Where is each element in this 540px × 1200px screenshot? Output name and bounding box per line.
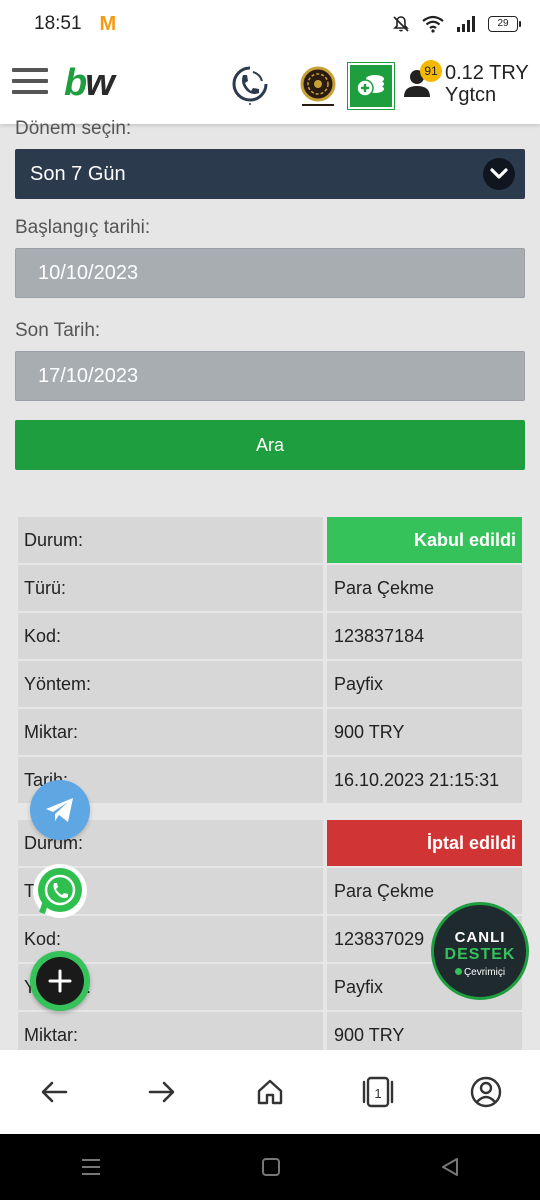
whatsapp-icon xyxy=(38,868,82,914)
table-row: Türü:Para Çekme xyxy=(18,565,522,611)
end-date-field[interactable]: 17/10/2023 xyxy=(15,351,525,401)
plus-icon xyxy=(48,969,72,993)
status-bar: 18:51 M 29 xyxy=(0,0,540,48)
whatsapp-button[interactable] xyxy=(33,864,87,918)
home-button[interactable] xyxy=(240,1062,300,1122)
table-row: Durum: Kabul edildi xyxy=(18,517,522,563)
end-date-label: Son Tarih: xyxy=(15,320,101,341)
table-row: Türü:Para Çekme xyxy=(18,868,522,914)
support-line2: DESTEK xyxy=(444,946,516,963)
account-icon xyxy=(470,1076,502,1108)
system-nav-bar xyxy=(0,1134,540,1200)
recent-apps-icon[interactable] xyxy=(80,1158,102,1176)
table-row: Miktar: 900 TRY xyxy=(18,709,522,755)
system-back-icon[interactable] xyxy=(440,1157,460,1177)
wifi-icon xyxy=(422,15,444,33)
method-label: Yöntem: xyxy=(18,661,323,707)
table-row: Kod: 123837184 xyxy=(18,613,522,659)
account-button[interactable] xyxy=(456,1062,516,1122)
battery-icon: 29 xyxy=(488,16,521,32)
app-notification-icon: M xyxy=(99,12,117,35)
telegram-icon xyxy=(46,798,73,822)
forward-button[interactable] xyxy=(132,1062,192,1122)
online-dot-icon xyxy=(454,968,462,975)
clock: 18:51 xyxy=(34,13,82,34)
browser-nav-bar: 1 xyxy=(0,1050,540,1134)
amount-value: 900 TRY xyxy=(327,709,522,755)
back-arrow-icon xyxy=(41,1081,68,1103)
brand-logo[interactable]: bw xyxy=(64,62,115,105)
table-row: Durum: İptal edildi xyxy=(18,820,522,866)
coins-icon[interactable] xyxy=(348,63,394,109)
telegram-button[interactable] xyxy=(30,780,90,840)
code-value: 123837184 xyxy=(327,613,522,659)
balance: 0.12 TRY xyxy=(445,62,529,84)
status-badge: Kabul edildi xyxy=(327,517,522,563)
date-value: 16.10.2023 21:15:31 xyxy=(327,757,522,803)
table-row: Yöntem:Payfix xyxy=(18,661,522,707)
system-home-icon[interactable] xyxy=(261,1157,281,1177)
menu-icon[interactable] xyxy=(12,68,48,98)
tab-count: 1 xyxy=(374,1086,381,1101)
username: Ygtcn xyxy=(445,84,497,106)
tabs-icon: 1 xyxy=(362,1076,394,1108)
code-label: Kod: xyxy=(18,613,323,659)
type-value: Para Çekme xyxy=(327,565,522,611)
method-value: Payfix xyxy=(327,661,522,707)
wheel-icon[interactable] xyxy=(298,66,338,108)
status-badge: İptal edildi xyxy=(327,820,522,866)
table-row: Tarih: 16.10.2023 21:15:31 xyxy=(18,757,522,803)
site-header: bw 91 0.12 TRY Ygtcn xyxy=(0,48,540,124)
amount-label: Miktar: xyxy=(18,709,323,755)
status-label: Durum: xyxy=(18,517,323,563)
period-label: Dönem seçin: xyxy=(15,118,132,139)
mute-icon xyxy=(393,16,409,32)
transaction-card: Durum: Kabul edildi Türü: Para Çekme Kod: 1… xyxy=(18,517,522,805)
start-date-field[interactable]: 10/10/2023 xyxy=(15,248,525,298)
search-button[interactable]: Ara xyxy=(15,420,525,470)
chevron-down-icon xyxy=(483,158,515,190)
type-label: Türü: xyxy=(18,565,323,611)
forward-arrow-icon xyxy=(148,1081,175,1103)
home-icon xyxy=(257,1079,283,1105)
live-support-button[interactable]: CANLI DESTEK Çevrimiçi xyxy=(431,902,529,1000)
back-button[interactable] xyxy=(24,1062,84,1122)
signal-icon xyxy=(457,16,475,32)
period-select[interactable]: Son 7 Gün xyxy=(15,149,525,199)
support-line1: CANLI xyxy=(454,929,506,946)
tabs-button[interactable]: 1 xyxy=(348,1062,408,1122)
start-date-label: Başlangıç tarihi: xyxy=(15,217,151,238)
account-info[interactable]: 0.12 TRY Ygtcn xyxy=(445,62,529,106)
period-value: Son 7 Gün xyxy=(30,163,126,185)
support-status: Çevrimiçi xyxy=(463,967,506,978)
phone-icon[interactable] xyxy=(232,66,268,106)
more-options-button[interactable] xyxy=(30,951,90,1011)
notification-badge: 91 xyxy=(420,60,442,82)
